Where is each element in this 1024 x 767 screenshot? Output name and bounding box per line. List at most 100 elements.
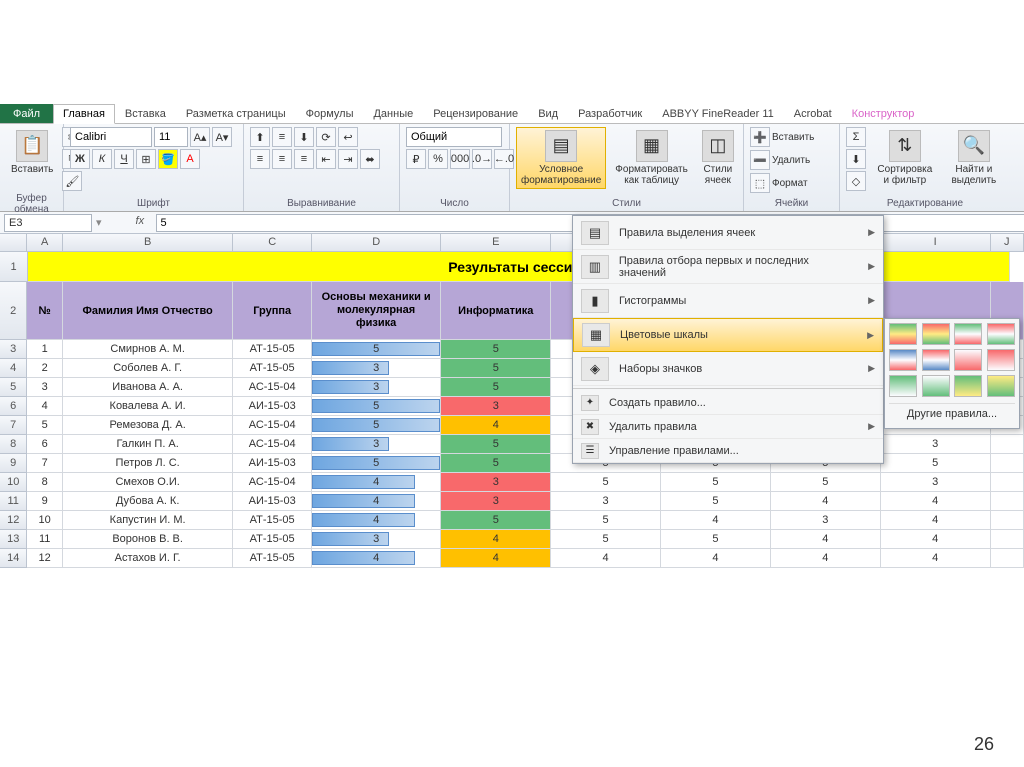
menu-highlight-rules[interactable]: ▤Правила выделения ячеек▶ (573, 216, 883, 250)
cell[interactable]: Воронов В. В. (63, 530, 234, 549)
menu-top-bottom-rules[interactable]: ▥Правила отбора первых и последних значе… (573, 250, 883, 284)
scale-rwb[interactable] (922, 349, 950, 371)
row-header[interactable]: 14 (0, 549, 27, 568)
italic-button[interactable]: К (92, 149, 112, 169)
cell[interactable]: 4 (771, 530, 881, 549)
font-color-button[interactable]: A (180, 149, 200, 169)
cell[interactable]: 4 (312, 549, 441, 568)
tab-formulas[interactable]: Формулы (296, 104, 364, 123)
paste-button[interactable]: 📋 Вставить (6, 127, 58, 178)
cell[interactable]: 3 (312, 378, 441, 397)
cell[interactable]: 7 (27, 454, 62, 473)
tab-data[interactable]: Данные (363, 104, 423, 123)
font-size-select[interactable] (154, 127, 188, 147)
cell[interactable]: 5 (551, 511, 661, 530)
cell[interactable]: 5 (441, 454, 551, 473)
fill-button[interactable]: ⬇ (846, 149, 866, 169)
cell[interactable]: АТ-15-05 (233, 359, 312, 378)
increase-indent-button[interactable]: ⇥ (338, 149, 358, 169)
cell[interactable]: АИ-15-03 (233, 397, 312, 416)
cell[interactable]: 5 (27, 416, 62, 435)
col-header-B[interactable]: B (63, 234, 234, 252)
cell[interactable]: 11 (27, 530, 62, 549)
cell-styles-button[interactable]: ◫ Стили ячеек (697, 127, 739, 189)
col-header-J[interactable]: J (991, 234, 1024, 252)
autosum-button[interactable]: Σ (846, 127, 866, 147)
cell[interactable]: 3 (27, 378, 62, 397)
cell[interactable]: 3 (771, 511, 881, 530)
tab-insert[interactable]: Вставка (115, 104, 176, 123)
cell[interactable]: 3 (881, 473, 991, 492)
row-header[interactable]: 10 (0, 473, 27, 492)
col-header-E[interactable]: E (441, 234, 551, 252)
menu-manage-rules[interactable]: ☰Управление правилами... (573, 439, 883, 463)
scale-yg[interactable] (987, 375, 1015, 397)
border-button[interactable]: ⊞ (136, 149, 156, 169)
col-header-I[interactable]: I (881, 234, 991, 252)
menu-clear-rules[interactable]: ✖Удалить правила▶ (573, 415, 883, 439)
cell[interactable]: 1 (27, 340, 62, 359)
cell[interactable]: 4 (881, 530, 991, 549)
row-header[interactable]: 6 (0, 397, 27, 416)
menu-icon-sets[interactable]: ◈Наборы значков▶ (573, 352, 883, 386)
conditional-formatting-button[interactable]: ▤ Условное форматирование (516, 127, 606, 189)
comma-button[interactable]: 000 (450, 149, 470, 169)
cell[interactable]: 5 (661, 473, 771, 492)
cell[interactable]: 9 (27, 492, 62, 511)
decrease-indent-button[interactable]: ⇤ (316, 149, 336, 169)
font-name-select[interactable] (70, 127, 152, 147)
row-header[interactable]: 11 (0, 492, 27, 511)
cell[interactable]: АС-15-04 (233, 378, 312, 397)
tab-developer[interactable]: Разработчик (568, 104, 652, 123)
cell[interactable]: АТ-15-05 (233, 340, 312, 359)
wrap-text-button[interactable]: ↩ (338, 127, 358, 147)
header-num[interactable]: № (27, 282, 62, 340)
cell[interactable]: АТ-15-05 (233, 549, 312, 568)
scale-gw[interactable] (889, 375, 917, 397)
cell[interactable]: Смирнов А. М. (63, 340, 234, 359)
format-cells-button[interactable]: ⬚ (750, 173, 770, 193)
cell[interactable]: 5 (551, 530, 661, 549)
col-header-C[interactable]: C (233, 234, 311, 252)
align-bottom-button[interactable]: ⬇ (294, 127, 314, 147)
tab-file[interactable]: Файл (0, 104, 53, 123)
row-header[interactable]: 13 (0, 530, 27, 549)
cell[interactable]: 4 (27, 397, 62, 416)
cell[interactable]: Галкин П. А. (63, 435, 234, 454)
tab-abbyy[interactable]: ABBYY FineReader 11 (652, 104, 784, 123)
cell[interactable]: Ковалева А. И. (63, 397, 234, 416)
name-box[interactable]: E3 (4, 214, 92, 232)
cell[interactable]: 3 (551, 492, 661, 511)
clear-button[interactable]: ◇ (846, 171, 866, 191)
scale-rwg[interactable] (987, 323, 1015, 345)
cell[interactable] (991, 473, 1024, 492)
cell[interactable]: 5 (551, 473, 661, 492)
orientation-button[interactable]: ⟳ (316, 127, 336, 147)
cell[interactable]: 4 (312, 473, 441, 492)
row-header[interactable]: 9 (0, 454, 27, 473)
cell[interactable]: 4 (551, 549, 661, 568)
row-header[interactable]: 7 (0, 416, 27, 435)
cell[interactable]: 4 (881, 549, 991, 568)
cell[interactable]: Капустин И. М. (63, 511, 234, 530)
tab-view[interactable]: Вид (528, 104, 568, 123)
cell[interactable]: 4 (881, 492, 991, 511)
cell[interactable]: 5 (312, 340, 441, 359)
cell[interactable]: 4 (881, 511, 991, 530)
cell[interactable]: 4 (441, 549, 551, 568)
merge-center-button[interactable]: ⬌ (360, 149, 380, 169)
cell[interactable]: 3 (312, 530, 441, 549)
cell[interactable]: 5 (441, 340, 551, 359)
cell[interactable] (991, 492, 1024, 511)
menu-data-bars[interactable]: ▮Гистограммы▶ (573, 284, 883, 318)
cell[interactable]: 12 (27, 549, 62, 568)
underline-button[interactable]: Ч (114, 149, 134, 169)
currency-button[interactable]: ₽ (406, 149, 426, 169)
cell[interactable]: 10 (27, 511, 62, 530)
scale-gy[interactable] (954, 375, 982, 397)
cell[interactable]: АТ-15-05 (233, 530, 312, 549)
cell[interactable]: АС-15-04 (233, 473, 312, 492)
col-header-A[interactable]: A (27, 234, 62, 252)
cell[interactable]: 3 (441, 473, 551, 492)
cell[interactable]: 4 (661, 511, 771, 530)
